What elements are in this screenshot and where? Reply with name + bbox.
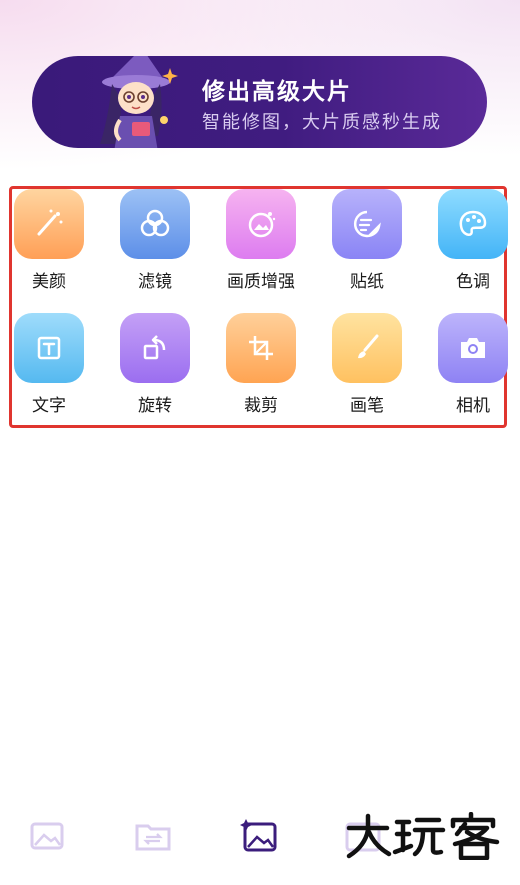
tool-label: 文字 bbox=[32, 396, 66, 416]
folder-transfer-icon bbox=[135, 824, 171, 851]
text-icon bbox=[14, 313, 84, 383]
gallery-icon bbox=[30, 822, 64, 850]
tool-label: 裁剪 bbox=[244, 396, 278, 416]
promo-banner[interactable]: 修出高级大片 智能修图，大片质感秒生成 bbox=[32, 56, 487, 148]
tool-camera[interactable]: 相机 bbox=[423, 313, 520, 416]
watermark-logo bbox=[346, 812, 500, 860]
tool-tone[interactable]: 色调 bbox=[423, 189, 520, 292]
tool-sticker[interactable]: 贴纸 bbox=[317, 189, 417, 292]
tool-label: 滤镜 bbox=[138, 272, 172, 292]
nav-edit[interactable] bbox=[240, 816, 280, 856]
nav-gallery[interactable] bbox=[27, 816, 67, 856]
tool-brush[interactable]: 画笔 bbox=[317, 313, 417, 416]
nav-files[interactable] bbox=[133, 816, 173, 856]
banner-subtitle: 智能修图，大片质感秒生成 bbox=[202, 112, 442, 133]
tool-text[interactable]: 文字 bbox=[0, 313, 99, 416]
tool-label: 贴纸 bbox=[350, 272, 384, 292]
brush-icon bbox=[332, 313, 402, 383]
tool-label: 美颜 bbox=[32, 272, 66, 292]
tool-label: 画质增强 bbox=[227, 272, 295, 292]
crop-icon bbox=[226, 313, 296, 383]
tool-label: 画笔 bbox=[350, 396, 384, 416]
camera-icon bbox=[438, 313, 508, 383]
rotate-icon bbox=[120, 313, 190, 383]
palette-icon bbox=[438, 189, 508, 259]
tool-filter[interactable]: 滤镜 bbox=[105, 189, 205, 292]
tool-beauty[interactable]: 美颜 bbox=[0, 189, 99, 292]
tool-label: 色调 bbox=[456, 272, 490, 292]
tool-enhance[interactable]: 画质增强 bbox=[211, 189, 311, 292]
sticker-icon bbox=[332, 189, 402, 259]
filter-circles-icon bbox=[120, 189, 190, 259]
tool-label: 旋转 bbox=[138, 396, 172, 416]
tool-rotate[interactable]: 旋转 bbox=[105, 313, 205, 416]
tool-grid: 美颜 滤镜 画质增强 贴纸 色调 文字 旋转 裁剪 画笔 相机 bbox=[9, 186, 508, 428]
tool-crop[interactable]: 裁剪 bbox=[211, 313, 311, 416]
tool-label: 相机 bbox=[456, 396, 490, 416]
edit-image-icon bbox=[240, 819, 277, 852]
enhance-image-icon bbox=[226, 189, 296, 259]
banner-title: 修出高级大片 bbox=[202, 79, 352, 105]
witch-mascot-illustration bbox=[100, 56, 178, 148]
magic-wand-icon bbox=[14, 189, 84, 259]
